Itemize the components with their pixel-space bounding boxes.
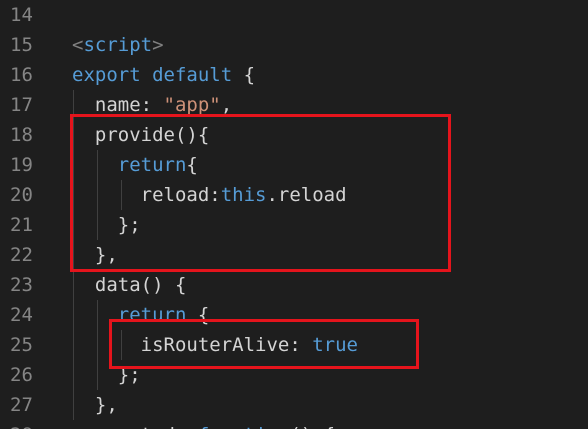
line-number: 28: [10, 420, 50, 429]
code-token: ,: [220, 94, 233, 116]
code-token: <: [72, 34, 84, 56]
code-text: data() {: [72, 270, 187, 300]
code-token: {: [232, 64, 256, 86]
code-line[interactable]: 14: [0, 0, 588, 30]
code-text: mounted: function() {: [72, 420, 335, 429]
line-number: 19: [10, 154, 33, 176]
line-number: 27: [10, 394, 33, 416]
code-token: name:: [72, 94, 164, 116]
highlight-box-is-router-alive: [109, 319, 419, 369]
code-text: <script>: [72, 30, 164, 60]
line-number: 23: [10, 274, 33, 296]
code-token: },: [72, 394, 118, 416]
line-number: 21: [10, 214, 33, 236]
code-token: export: [72, 64, 141, 86]
code-token: function: [198, 424, 290, 429]
code-token: () {: [289, 424, 335, 429]
highlight-box-provide: [70, 114, 451, 272]
code-token: script: [83, 34, 153, 56]
line-number: 20: [10, 184, 33, 206]
line-number: 18: [10, 124, 33, 146]
code-line[interactable]: 16 export default {: [0, 60, 588, 90]
indent-guide: [97, 300, 98, 390]
code-token: mounted:: [72, 424, 198, 429]
code-token: data() {: [72, 274, 187, 296]
code-line[interactable]: 15 <script>: [0, 30, 588, 60]
code-editor[interactable]: 14 15 <script> 16 export default {17 name: "…: [0, 0, 588, 429]
code-token: default: [152, 64, 233, 86]
code-line[interactable]: 27 },: [0, 390, 588, 420]
code-text: },: [72, 390, 118, 420]
line-number: 22: [10, 244, 33, 266]
line-number: 15: [10, 34, 33, 56]
line-number: 24: [10, 304, 33, 326]
code-token: >: [152, 34, 164, 56]
line-number: 17: [10, 94, 33, 116]
line-number: 16: [10, 64, 33, 86]
code-line[interactable]: 28 mounted: function() {: [0, 420, 588, 429]
line-number: 26: [10, 364, 33, 386]
code-line[interactable]: 23 data() {: [0, 270, 588, 300]
line-number: 25: [10, 334, 33, 356]
code-token: "app": [163, 94, 221, 116]
line-number: 14: [10, 4, 33, 26]
code-text: export default {: [72, 60, 255, 90]
